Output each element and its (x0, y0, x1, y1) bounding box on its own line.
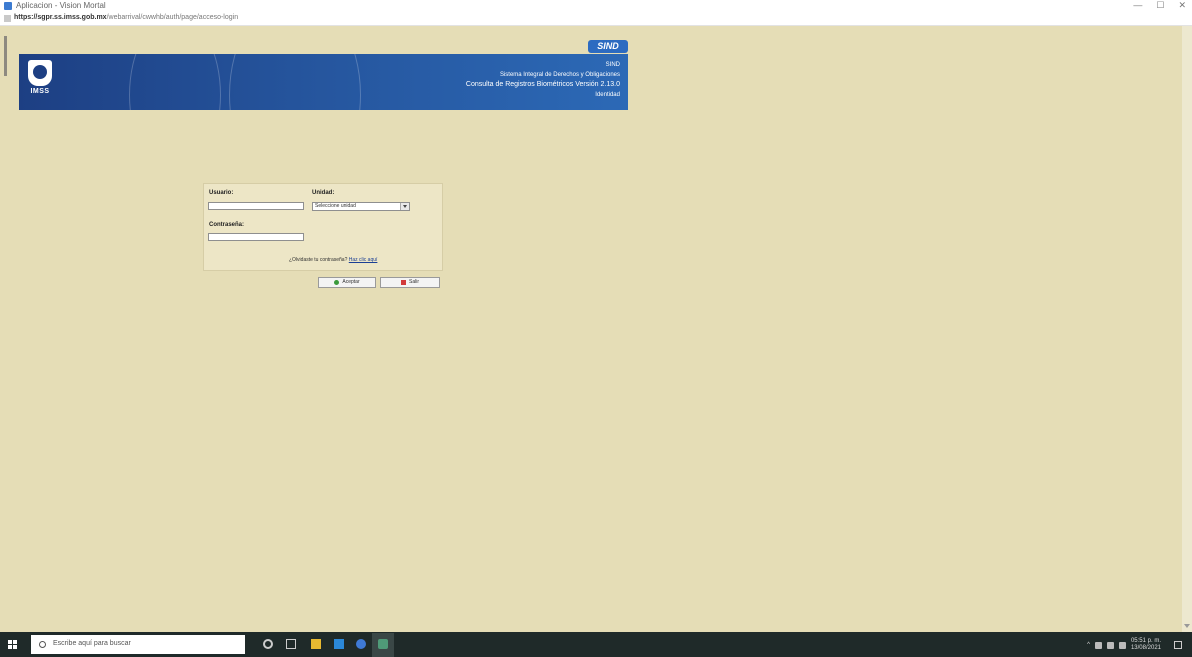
exit-button-label: Salir (408, 279, 419, 285)
vertical-scrollbar[interactable] (1182, 26, 1192, 632)
unidad-selected-value: Seleccione unidad (315, 203, 356, 209)
windows-taskbar: Escribe aquí para buscar ^ 05:51 p. m. 1… (0, 632, 1192, 657)
windows-start-icon[interactable] (8, 640, 17, 649)
url-path: /webarrival/cwwhb/auth/page/acceso-login (106, 14, 239, 21)
page-icon (4, 15, 11, 22)
banner-text: SIND Sistema Integral de Derechos y Obli… (466, 60, 620, 100)
file-explorer-icon[interactable] (311, 639, 321, 649)
app-icon (378, 639, 388, 649)
usuario-input[interactable] (208, 202, 304, 210)
clock-time: 05:51 p. m. (1130, 638, 1161, 644)
header-banner: IMSS SIND Sistema Integral de Derechos y… (19, 54, 628, 110)
banner-line-1: SIND (605, 62, 620, 68)
active-app-button[interactable] (372, 633, 394, 657)
window-title: Aplicacion - Vision Mortal (16, 1, 106, 10)
window-controls: — ☐ ✕ (1133, 0, 1186, 11)
store-icon[interactable] (334, 639, 344, 649)
unidad-label: Unidad: (312, 190, 335, 196)
clock-date: 13/08/2021 (1130, 645, 1161, 651)
chevron-up-icon[interactable]: ^ (1087, 642, 1090, 648)
banner-line-4: Identidad (595, 92, 620, 98)
contrasena-label: Contraseña: (209, 222, 245, 228)
imss-logo: IMSS (25, 60, 55, 98)
internet-explorer-icon[interactable] (356, 639, 366, 649)
forgot-password: ¿Olvidaste tu contraseña? Haz clic aquí (289, 257, 377, 263)
taskbar-search[interactable]: Escribe aquí para buscar (31, 635, 245, 654)
exit-icon (400, 280, 406, 285)
url-text[interactable]: https://sgpr.ss.imss.gob.mx/webarrival/c… (14, 14, 238, 21)
notification-icon[interactable] (1174, 641, 1182, 649)
task-view-icon[interactable] (286, 639, 296, 649)
window-titlebar: Aplicacion - Vision Mortal — ☐ ✕ (0, 0, 1192, 13)
maximize-icon[interactable]: ☐ (1156, 0, 1164, 11)
forgot-password-text: ¿Olvidaste tu contraseña? (289, 257, 348, 263)
banner-line-2: Sistema Integral de Derechos y Obligacio… (499, 72, 620, 78)
accept-button[interactable]: Aceptar (318, 277, 376, 288)
password-input[interactable] (208, 233, 304, 241)
scroll-down-icon[interactable] (1184, 624, 1190, 628)
login-form: Usuario: Unidad: Seleccione unidad Contr… (203, 183, 443, 271)
address-bar[interactable]: https://sgpr.ss.imss.gob.mx/webarrival/c… (0, 13, 1192, 26)
check-icon (334, 280, 340, 285)
battery-icon[interactable] (1118, 641, 1126, 649)
system-tray: ^ 05:51 p. m. 13/08/2021 (1087, 638, 1182, 652)
close-icon[interactable]: ✕ (1178, 0, 1186, 11)
logo-text: IMSS (30, 88, 50, 95)
accept-button-label: Aceptar (342, 279, 360, 285)
page-viewport: IMSS SIND Sistema Integral de Derechos y… (0, 26, 1192, 632)
usuario-label: Usuario: (209, 190, 234, 196)
minimize-icon[interactable]: — (1133, 0, 1142, 11)
banner-decoration (129, 54, 221, 110)
url-domain: https://sgpr.ss.imss.gob.mx (14, 14, 107, 21)
forgot-password-link[interactable]: Haz clic aquí (349, 257, 378, 263)
taskbar-search-placeholder: Escribe aquí para buscar (53, 640, 131, 647)
cortana-icon[interactable] (263, 639, 273, 649)
search-icon (39, 641, 46, 648)
browser-icon (4, 2, 12, 10)
eagle-shield-icon (28, 60, 52, 86)
volume-icon[interactable] (1106, 641, 1114, 649)
left-scroll-marker (4, 36, 7, 76)
banner-line-3: Consulta de Registros Biométricos Versió… (465, 81, 620, 88)
exit-button[interactable]: Salir (380, 277, 440, 288)
unidad-select[interactable]: Seleccione unidad (312, 202, 410, 211)
clock[interactable]: 05:51 p. m. 13/08/2021 (1131, 638, 1161, 652)
network-icon[interactable] (1094, 641, 1102, 649)
brand-badge: SIND (588, 40, 628, 53)
banner-decoration (229, 54, 361, 110)
chevron-down-icon[interactable] (400, 203, 409, 210)
